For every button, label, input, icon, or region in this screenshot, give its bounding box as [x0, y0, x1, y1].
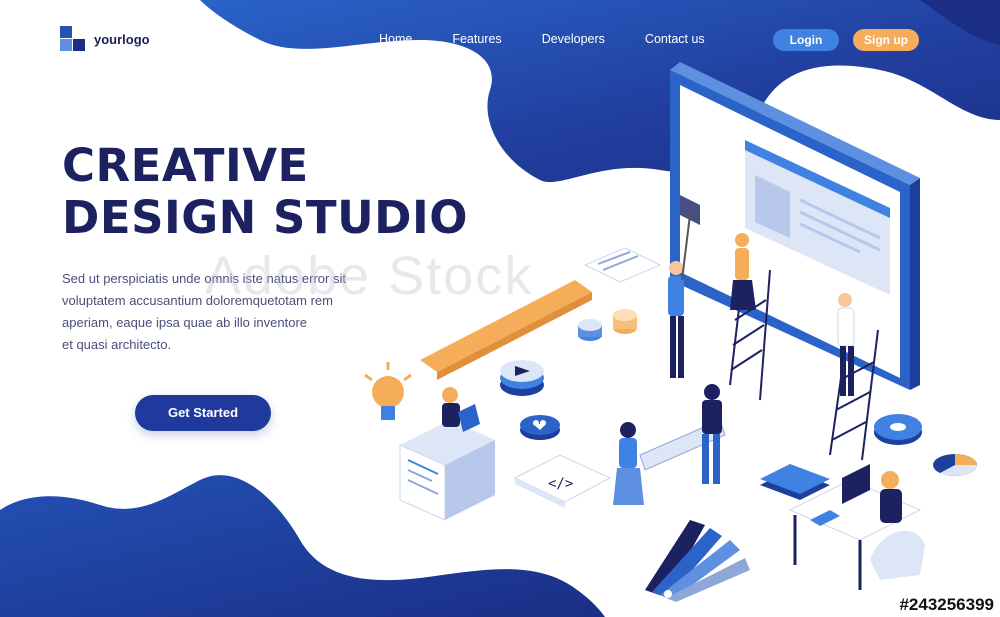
logo-text: yourlogo [94, 31, 150, 47]
code-tag-text: </> [548, 476, 573, 492]
woman-laptop-graphic [399, 387, 495, 521]
document-card-graphic [583, 247, 662, 283]
page-title: CREATIVE DESIGN STUDIO [62, 140, 468, 244]
title-line-1: CREATIVE [62, 139, 309, 192]
main-nav: Home Features Developers Contact us [379, 32, 705, 46]
nav-item-features[interactable]: Features [452, 32, 501, 46]
play-disc-graphic [500, 360, 544, 396]
login-button[interactable]: Login [773, 29, 839, 51]
watermark: Adobe Stock [205, 246, 534, 306]
logo[interactable]: yourlogo [60, 26, 150, 52]
heart-disc-graphic [520, 415, 560, 440]
code-card-graphic: </> [513, 454, 612, 508]
logo-mark-icon [60, 26, 86, 52]
nav-item-contact[interactable]: Contact us [645, 32, 705, 46]
gear-graphic [874, 414, 922, 445]
title-line-2: DESIGN STUDIO [62, 191, 469, 244]
nav-item-developers[interactable]: Developers [542, 32, 605, 46]
description-line: et quasi architecto. [62, 337, 172, 352]
pie-chart-graphic [933, 454, 977, 476]
get-started-button[interactable]: Get Started [135, 395, 271, 431]
signup-button[interactable]: Sign up [853, 29, 919, 51]
nav-item-home[interactable]: Home [379, 32, 412, 46]
monitor-graphic [670, 62, 920, 390]
paint-cans-graphic [578, 309, 637, 341]
description-line: aperiam, eaque ipsa quae ab illo invento… [62, 315, 308, 330]
lightbulb-graphic [364, 362, 412, 420]
people-banner-graphic [613, 384, 726, 505]
color-swatch-graphic [645, 520, 750, 602]
book-stack-graphic [760, 464, 830, 500]
landing-page: </> yourlogo Home Features Developers Co… [0, 0, 1000, 617]
stock-id-label: #243256399 [893, 593, 1000, 617]
